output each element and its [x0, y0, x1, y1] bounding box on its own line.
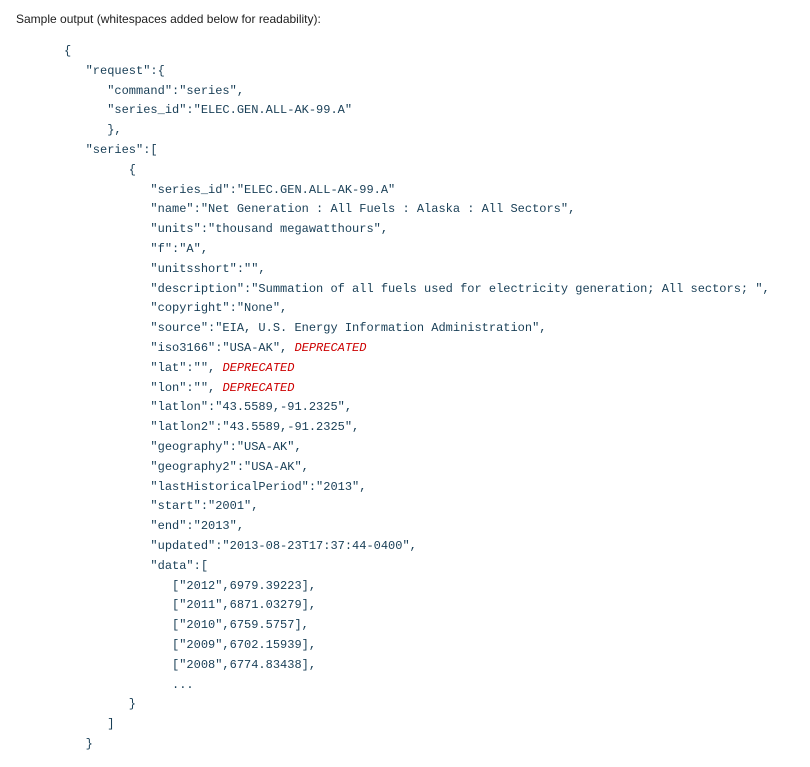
code-line: { — [64, 44, 71, 58]
deprecated-label: DEPRECATED — [294, 341, 366, 355]
code-line: "updated":"2013-08-23T17:37:44-0400", — [64, 539, 417, 553]
code-line: "unitsshort":"", — [64, 262, 266, 276]
deprecated-label: DEPRECATED — [222, 361, 294, 375]
code-line: "name":"Net Generation : All Fuels : Ala… — [64, 202, 575, 216]
code-line: ["2011",6871.03279], — [64, 598, 316, 612]
code-line: "units":"thousand megawatthours", — [64, 222, 388, 236]
code-line: ... — [64, 678, 194, 692]
code-line: ["2012",6979.39223], — [64, 579, 316, 593]
code-line: "end":"2013", — [64, 519, 244, 533]
code-line: ] — [64, 717, 114, 731]
code-line: "f":"A", — [64, 242, 208, 256]
code-line: "latlon":"43.5589,-91.2325", — [64, 400, 352, 414]
code-line: "series":[ — [64, 143, 158, 157]
deprecated-label: DEPRECATED — [222, 381, 294, 395]
code-line: "copyright":"None", — [64, 301, 287, 315]
caption: Sample output (whitespaces added below f… — [16, 12, 794, 26]
code-line: ["2008",6774.83438], — [64, 658, 316, 672]
code-line: }, — [64, 123, 122, 137]
code-line: "geography":"USA-AK", — [64, 440, 302, 454]
code-block: { "request":{ "command":"series", "serie… — [64, 42, 794, 755]
code-line: "description":"Summation of all fuels us… — [64, 282, 770, 296]
code-line: "iso3166":"USA-AK", — [64, 341, 294, 355]
code-line: "source":"EIA, U.S. Energy Information A… — [64, 321, 546, 335]
code-line: "latlon2":"43.5589,-91.2325", — [64, 420, 359, 434]
code-line: "series_id":"ELEC.GEN.ALL-AK-99.A" — [64, 103, 352, 117]
code-line: } — [64, 737, 93, 751]
code-line: "geography2":"USA-AK", — [64, 460, 309, 474]
code-line: } — [64, 697, 136, 711]
code-line: ["2009",6702.15939], — [64, 638, 316, 652]
code-line: "start":"2001", — [64, 499, 258, 513]
code-line: "request":{ — [64, 64, 165, 78]
code-line: "series_id":"ELEC.GEN.ALL-AK-99.A" — [64, 183, 395, 197]
code-line: { — [64, 163, 136, 177]
code-line: "lastHistoricalPeriod":"2013", — [64, 480, 366, 494]
code-line: ["2010",6759.5757], — [64, 618, 309, 632]
code-line: "lat":"", — [64, 361, 222, 375]
code-line: "lon":"", — [64, 381, 222, 395]
code-line: "data":[ — [64, 559, 208, 573]
code-line: "command":"series", — [64, 84, 244, 98]
